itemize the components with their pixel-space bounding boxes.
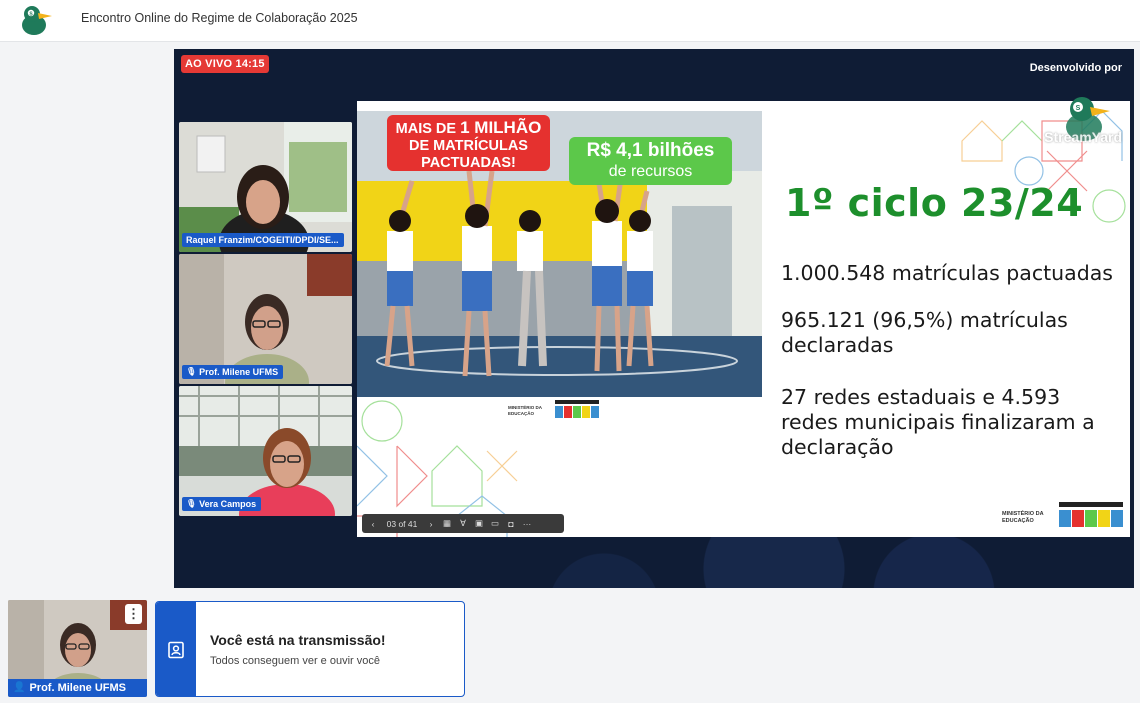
presentation-slide: MAIS DE 1 MILHÃO DE MATRÍCULAS PACTUADAS… — [357, 101, 1130, 537]
developed-by-label: Desenvolvido por — [1029, 62, 1122, 74]
participant-name: Vera Campos — [199, 499, 257, 509]
pointer-icon[interactable]: ∀ — [456, 518, 470, 529]
highlight-red-box: MAIS DE 1 MILHÃO DE MATRÍCULAS PACTUADAS… — [387, 115, 550, 171]
svg-text:S: S — [1076, 105, 1081, 112]
self-name-tag: 👤 Prof. Milene UFMS — [8, 679, 147, 697]
ministry-text: EDUCAÇÃO — [1002, 518, 1034, 524]
next-slide-button[interactable]: › — [424, 519, 438, 529]
slide-text-line: 27 redes estaduais e 4.593 — [781, 385, 1061, 409]
self-view-tile[interactable]: ⋮ 👤 Prof. Milene UFMS — [8, 600, 147, 697]
ministry-logo-small: MINISTÉRIO DA EDUCAÇÃO — [508, 405, 542, 417]
ministry-logo: MINISTÉRIO DA EDUCAÇÃO — [1002, 511, 1044, 525]
red-box-text: MAIS DE — [395, 121, 457, 137]
participant-tile[interactable]: Raquel Franzim/COGEITI/DPDI/SE... — [179, 122, 352, 252]
page-title: Encontro Online do Regime de Colaboração… — [81, 11, 358, 25]
broadcast-notice: Você está na transmissão! Todos consegue… — [155, 601, 465, 697]
mic-icon: 🎙 — [186, 367, 197, 376]
red-box-text: DE MATRÍCULAS — [409, 138, 528, 154]
participant-name-tag: Raquel Franzim/COGEITI/DPDI/SE... — [182, 233, 344, 247]
ministry-text: MINISTÉRIO DA — [1002, 511, 1044, 517]
person-icon: 👤 — [13, 682, 26, 693]
green-box-amount: R$ 4,1 bilhões — [586, 140, 715, 161]
red-box-bold: 1 MILHÃO — [460, 118, 542, 137]
broadcast-stage: AO VIVO 14:15 Desenvolvido por Raquel Fr… — [174, 49, 1134, 588]
subtitles-icon[interactable]: ▣ — [472, 518, 486, 529]
participant-name: Raquel Franzim/COGEITI/DPDI/SE... — [186, 235, 339, 245]
slide-text-enrolments: 1.000.548 matrículas pactuadas — [781, 261, 1113, 285]
top-header: S Encontro Online do Regime de Colaboraç… — [0, 0, 1140, 42]
prev-slide-button[interactable]: ‹ — [366, 519, 380, 529]
slide-toolbar: ‹ 03 of 41 › ▦ ∀ ▣ ▭ ◘ ··· — [362, 514, 564, 533]
self-name: Prof. Milene UFMS — [29, 682, 127, 694]
notice-subtitle: Todos conseguem ver e ouvir você — [210, 655, 380, 667]
slide-heading: 1º ciclo 23/24 — [785, 181, 1084, 225]
duck-logo-icon[interactable]: S — [17, 3, 55, 37]
slide-text-line: declaração — [781, 435, 894, 459]
camera-icon[interactable]: ▭ — [488, 518, 502, 529]
streamyard-watermark: StreamYard — [1044, 129, 1122, 145]
highlight-green-box: R$ 4,1 bilhões de recursos — [569, 137, 732, 185]
participant-name-tag: 🎙 Vera Campos — [182, 497, 262, 511]
chat-icon[interactable]: ◘ — [504, 519, 518, 529]
ministry-text: EDUCAÇÃO — [508, 411, 535, 416]
slide-text-line: 965.121 (96,5%) matrículas — [781, 308, 1068, 332]
more-options-button[interactable]: ··· — [520, 519, 534, 529]
slide-page-indicator: 03 of 41 — [386, 518, 418, 529]
red-box-text: PACTUADAS! — [421, 155, 516, 171]
live-badge: AO VIVO 14:15 — [181, 55, 269, 73]
brasil-logo-icon — [555, 400, 599, 418]
ministry-text: MINISTÉRIO DA — [508, 405, 543, 410]
participant-name: Prof. Milene UFMS — [199, 367, 279, 377]
grid-view-icon[interactable]: ▦ — [440, 518, 454, 529]
slide-text-line: declaradas — [781, 333, 894, 357]
green-box-label: de recursos — [608, 163, 693, 180]
notice-icon-bar — [156, 602, 196, 696]
participant-tile[interactable]: 🎙 Prof. Milene UFMS — [179, 254, 352, 384]
self-view-more-button[interactable]: ⋮ — [125, 604, 142, 624]
slide-text-networks: 27 redes estaduais e 4.593 redes municip… — [781, 385, 1095, 460]
mic-icon: 🎙 — [186, 499, 197, 508]
slide-text-declared: 965.121 (96,5%) matrículas declaradas — [781, 308, 1068, 358]
notice-title: Você está na transmissão! — [210, 632, 386, 648]
participant-tile[interactable]: 🎙 Vera Campos — [179, 386, 352, 516]
slide-text-line: redes municipais finalizaram a — [781, 410, 1095, 434]
contact-card-icon — [168, 641, 184, 659]
brasil-logo-icon — [1059, 502, 1123, 527]
participant-name-tag: 🎙 Prof. Milene UFMS — [182, 365, 284, 379]
